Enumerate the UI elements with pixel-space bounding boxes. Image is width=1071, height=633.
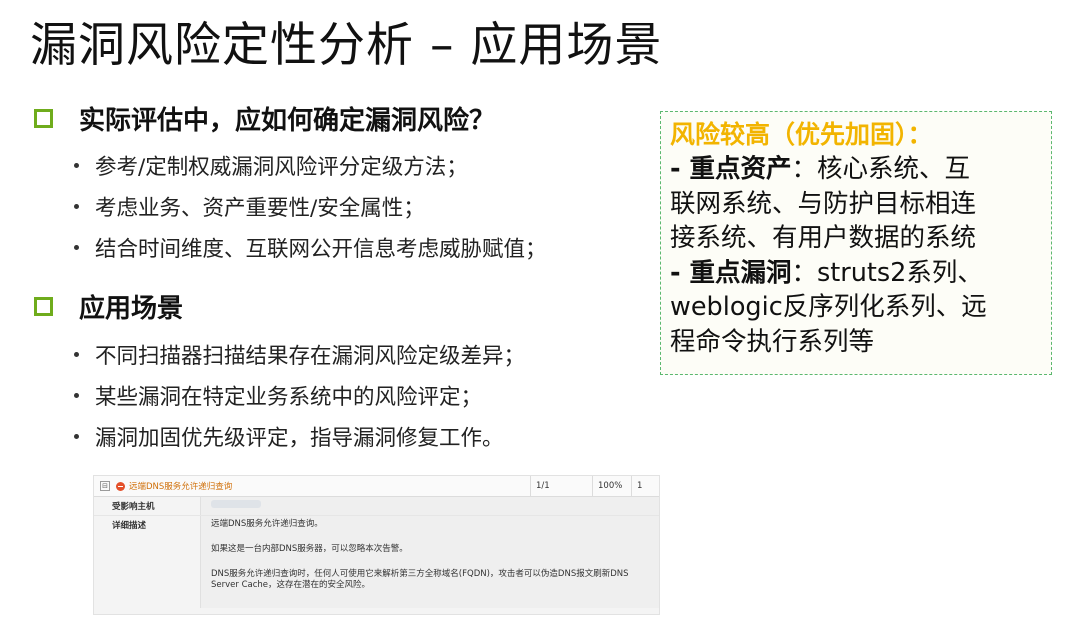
vuln-count: 1/1 — [530, 476, 580, 496]
affected-host-label: 受影响主机 — [112, 502, 155, 512]
list-item: 漏洞加固优先级评定，指导漏洞修复工作。 — [74, 416, 525, 457]
callout-title: 风险较高（优先加固）： — [670, 120, 933, 149]
list-item: 考虑业务、资产重要性/安全属性； — [74, 186, 547, 227]
callout-line: 程命令执行系列等 — [670, 326, 875, 357]
high-risk-icon — [116, 481, 125, 491]
callout-line: - 重点漏洞：struts2系列、 — [670, 257, 983, 288]
bullet-dot-icon — [74, 245, 79, 250]
page-title: 漏洞风险定性分析 – 应用场景 — [30, 18, 663, 73]
detail-paragraph: DNS服务允许递归查询时，任何人可使用它来解析第三方全称域名(FQDN)，攻击者… — [211, 569, 629, 590]
bullet-dot-icon — [74, 393, 79, 398]
list-item: 某些漏洞在特定业务系统中的风险评定； — [74, 375, 525, 416]
square-bullet-icon — [34, 297, 53, 316]
affected-host-value — [200, 497, 659, 515]
key-assets-label: - 重点资产 — [670, 154, 792, 184]
callout-line: weblogic反序列化系列、远 — [670, 292, 987, 322]
vuln-number: 1 — [631, 476, 657, 496]
bullet-dot-icon — [74, 204, 79, 209]
list-item: 结合时间维度、互联网公开信息考虑威胁赋值； — [74, 227, 547, 268]
scenarios-bullet-list: 不同扫描器扫描结果存在漏洞风险定级差异； 某些漏洞在特定业务系统中的风险评定； … — [74, 334, 525, 457]
section-title: 应用场景 — [79, 294, 184, 324]
list-item: 参考/定制权威漏洞风险评分定级方法； — [74, 145, 547, 186]
key-vulns-label: - 重点漏洞 — [670, 257, 792, 288]
vuln-row-header[interactable]: ⊟ 远端DNS服务允许递归查询 1/1 100% 1 — [94, 476, 659, 497]
detail-value: 远端DNS服务允许递归查询。 如果这是一台内部DNS服务器，可以忽略本次告警。 … — [200, 516, 659, 608]
vuln-name[interactable]: 远端DNS服务允许递归查询 — [129, 480, 232, 492]
bullet-dot-icon — [74, 163, 79, 168]
bullet-dot-icon — [74, 434, 79, 439]
callout-line: - 重点资产：核心系统、互 — [670, 154, 970, 184]
assessment-bullet-list: 参考/定制权威漏洞风险评分定级方法； 考虑业务、资产重要性/安全属性； 结合时间… — [74, 145, 547, 268]
callout-line: 接系统、有用户数据的系统 — [670, 223, 977, 253]
callout-line: 联网系统、与防护目标相连 — [670, 188, 977, 219]
detail-label: 详细描述 — [112, 521, 147, 531]
collapse-toggle-icon[interactable]: ⊟ — [100, 481, 110, 491]
affected-host-row: 受影响主机 — [94, 497, 659, 516]
vuln-percent: 100% — [592, 476, 630, 496]
detail-paragraph: 远端DNS服务允许递归查询。 — [211, 519, 323, 529]
high-risk-callout: 风险较高（优先加固）： - 重点资产：核心系统、互 联网系统、与防护目标相连 接… — [660, 111, 1052, 375]
detail-row: 详细描述 远端DNS服务允许递归查询。 如果这是一台内部DNS服务器，可以忽略本… — [94, 516, 659, 608]
list-item: 不同扫描器扫描结果存在漏洞风险定级差异； — [74, 334, 525, 375]
redacted-host — [211, 500, 261, 508]
bullet-dot-icon — [74, 352, 79, 357]
scanner-report-screenshot: ⊟ 远端DNS服务允许递归查询 1/1 100% 1 受影响主机 详细描述 远端… — [93, 475, 660, 615]
section-heading-scenarios: 应用场景 — [34, 288, 183, 325]
section-title: 实际评估中，应如何确定漏洞风险？ — [79, 106, 496, 136]
detail-paragraph: 如果这是一台内部DNS服务器，可以忽略本次告警。 — [211, 544, 408, 554]
square-bullet-icon — [34, 109, 53, 128]
section-heading-assessment: 实际评估中，应如何确定漏洞风险？ — [34, 100, 495, 137]
